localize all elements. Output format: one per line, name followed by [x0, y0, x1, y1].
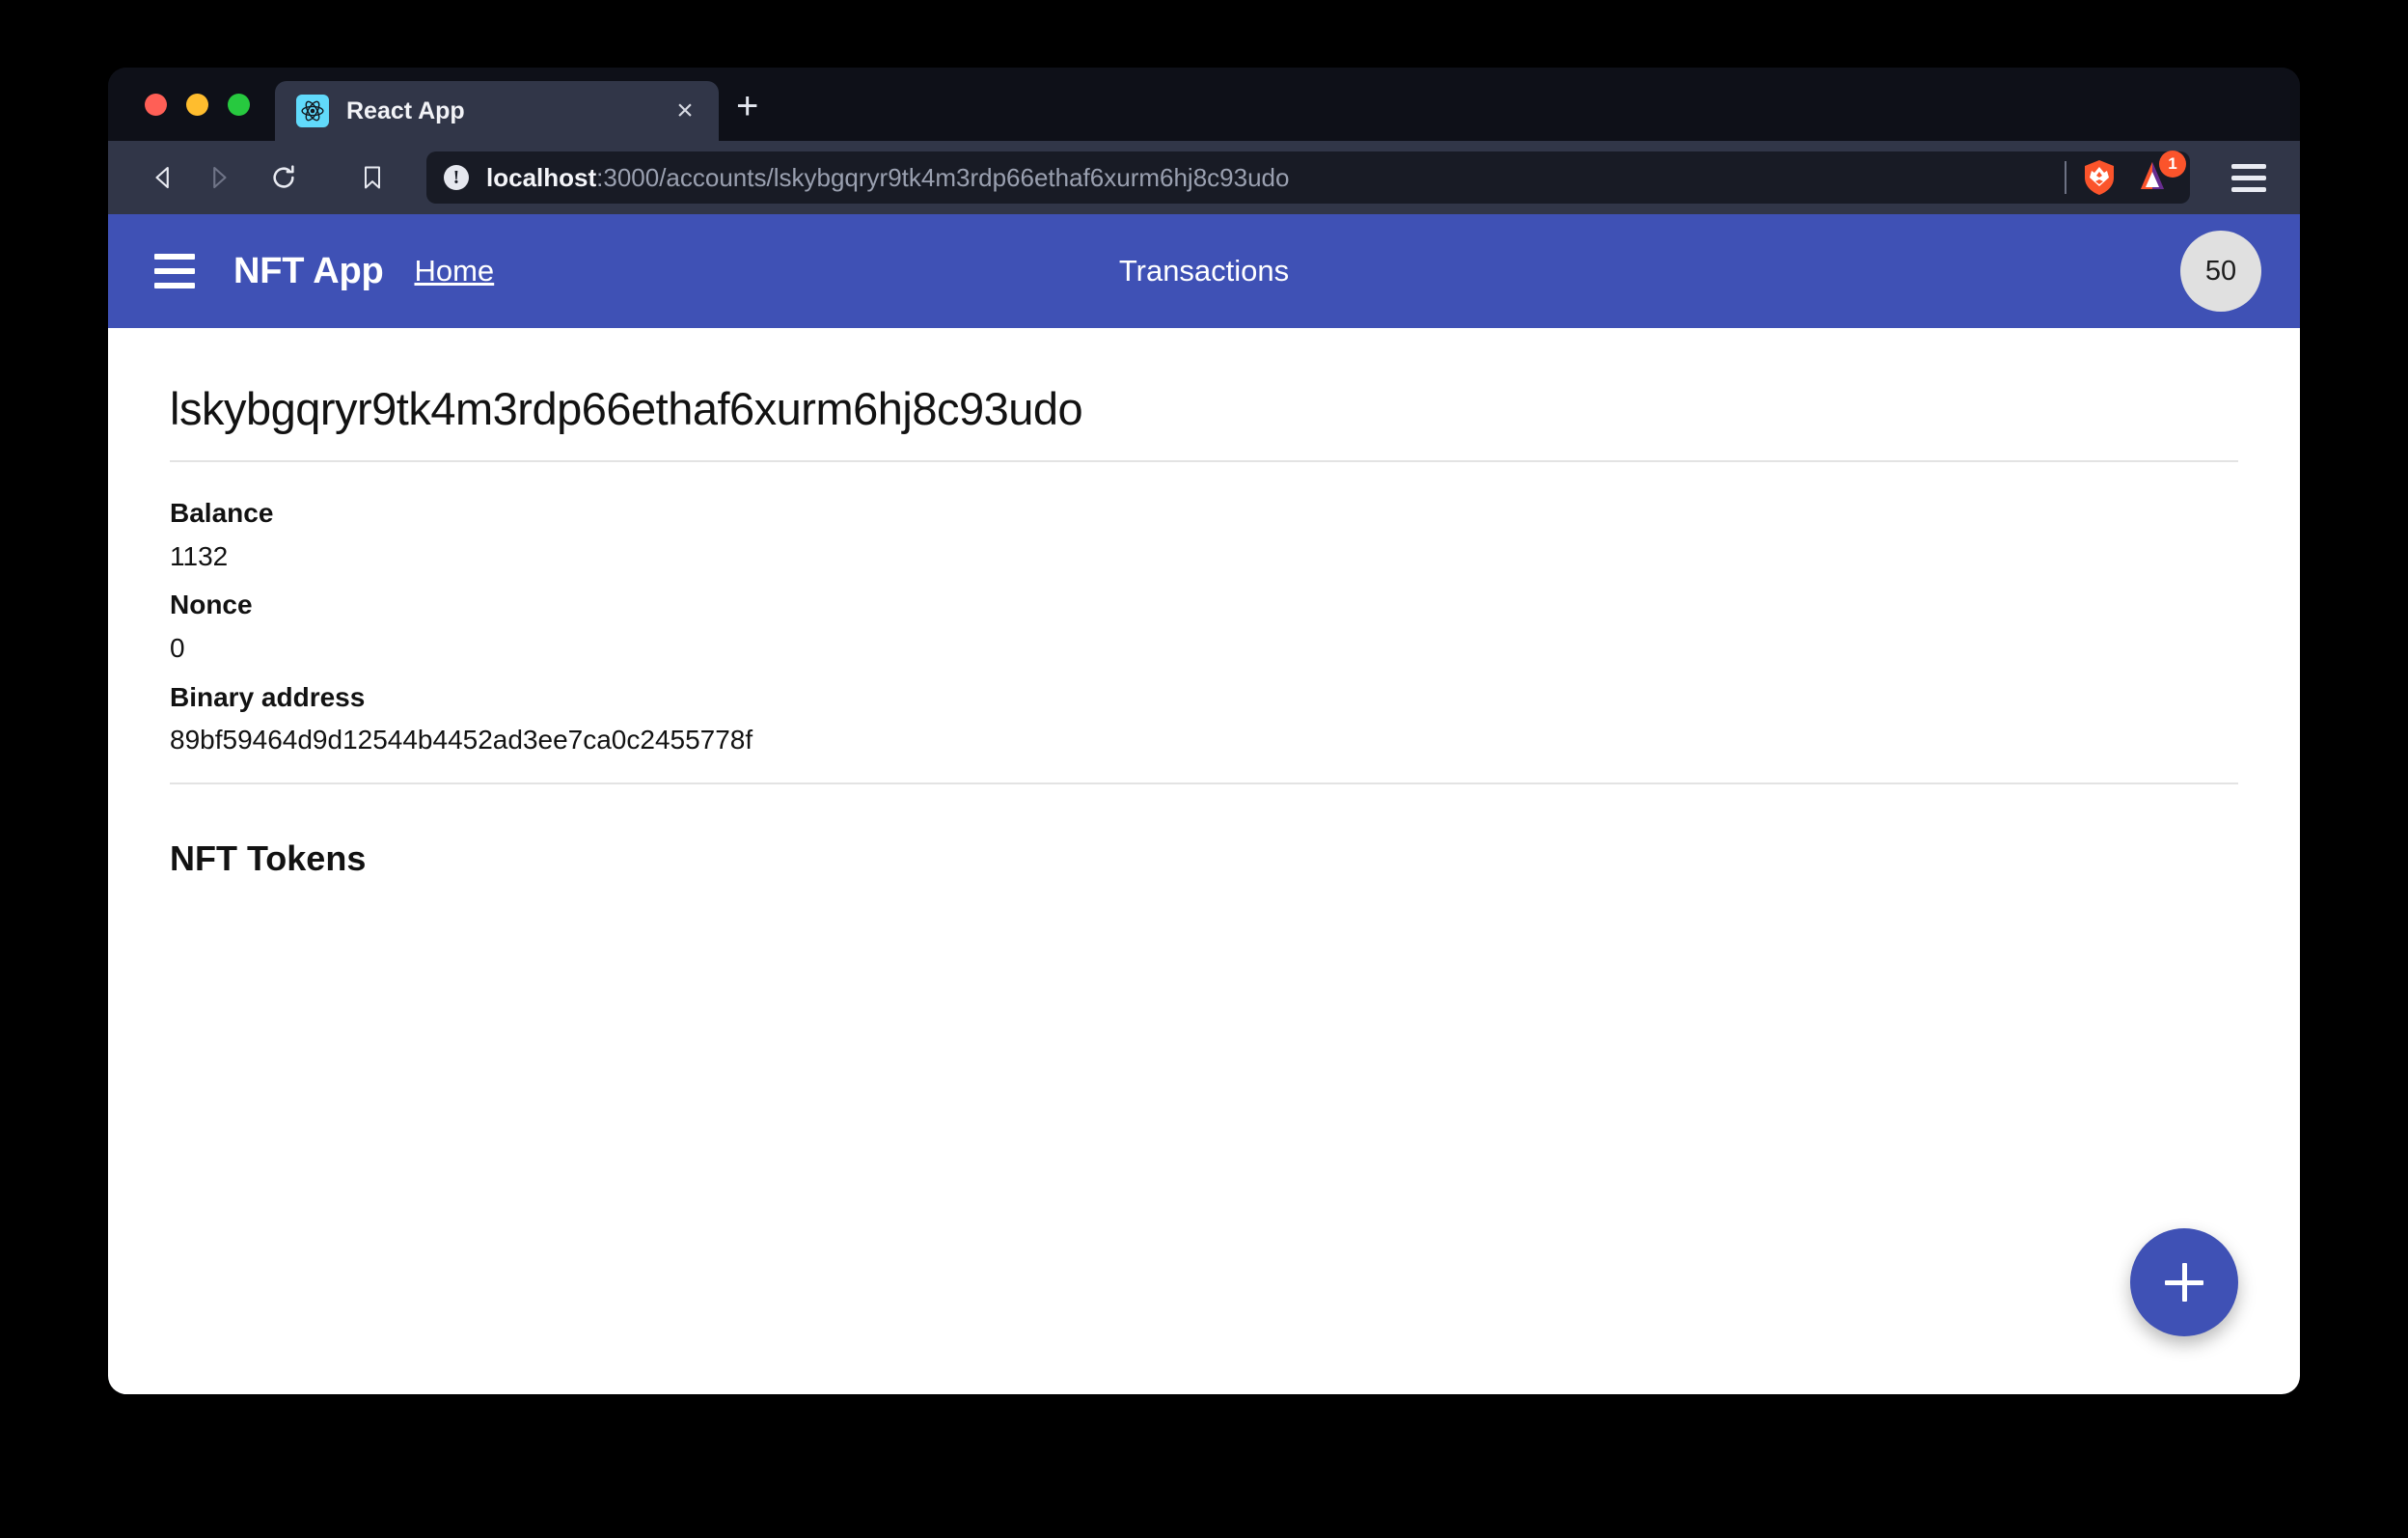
window-minimize-button[interactable] — [186, 94, 208, 116]
divider-bottom — [170, 782, 2238, 784]
tab-close-icon[interactable]: × — [669, 96, 701, 125]
toolbar-divider — [2065, 161, 2066, 194]
app-brand-title: NFT App — [233, 250, 384, 291]
page-viewport: NFT App Home Transactions 50 lskybgqryr9… — [108, 214, 2300, 1394]
detail-label-nonce: Nonce — [170, 590, 253, 620]
hamburger-menu-icon[interactable] — [154, 254, 205, 288]
brave-lion-shield-icon[interactable] — [2082, 159, 2117, 196]
avatar[interactable]: 50 — [2180, 231, 2261, 312]
back-icon[interactable] — [137, 151, 191, 205]
browser-menu-icon[interactable] — [2223, 163, 2275, 192]
brave-rewards-triangle-icon[interactable]: 1 — [2134, 151, 2186, 197]
detail-value-nonce: 0 — [170, 632, 185, 663]
nav-link-home[interactable]: Home — [414, 254, 494, 288]
detail-label-balance: Balance — [170, 498, 274, 528]
add-token-fab-button[interactable] — [2130, 1228, 2238, 1336]
detail-label-binary-address: Binary address — [170, 681, 366, 712]
tab-strip: React App × + — [108, 68, 2300, 141]
window-maximize-button[interactable] — [228, 94, 250, 116]
window-traffic-lights — [108, 94, 250, 141]
browser-tab[interactable]: React App × — [275, 81, 719, 141]
plus-icon-vertical — [2181, 1263, 2187, 1302]
main-content: lskybgqryr9tk4m3rdp66ethaf6xurm6hj8c93ud… — [108, 328, 2300, 879]
window-close-button[interactable] — [145, 94, 167, 116]
reload-icon[interactable] — [257, 151, 311, 205]
detail-value-binary-address: 89bf59464d9d12544b4452ad3ee7ca0c2455778f — [170, 725, 753, 755]
url-bar-actions: 1 — [2059, 151, 2186, 197]
browser-toolbar: ! localhost:3000/accounts/lskybgqryr9tk4… — [108, 141, 2300, 214]
react-logo-icon — [296, 95, 329, 127]
url-text: localhost:3000/accounts/lskybgqryr9tk4m3… — [486, 163, 2059, 193]
app-header: NFT App Home Transactions 50 — [108, 214, 2300, 328]
bookmark-icon[interactable] — [345, 151, 399, 205]
nft-tokens-heading: NFT Tokens — [170, 838, 367, 878]
tab-title: React App — [346, 96, 465, 124]
url-bar[interactable]: ! localhost:3000/accounts/lskybgqryr9tk4… — [426, 151, 2190, 204]
url-path: :3000/accounts/lskybgqryr9tk4m3rdp66etha… — [596, 162, 1290, 192]
rewards-badge-count: 1 — [2159, 151, 2186, 178]
account-details-list: Balance 1132 Nonce 0 Binary address 89bf… — [170, 462, 2238, 783]
browser-window: React App × + ! localhost:3000/accounts/… — [108, 68, 2300, 1394]
new-tab-button[interactable]: + — [736, 87, 758, 125]
url-host: localhost — [486, 162, 597, 192]
site-info-icon[interactable]: ! — [444, 165, 469, 190]
account-address-heading: lskybgqryr9tk4m3rdp66ethaf6xurm6hj8c93ud… — [170, 383, 1083, 434]
detail-value-balance: 1132 — [170, 540, 229, 571]
forward-icon — [191, 151, 245, 205]
